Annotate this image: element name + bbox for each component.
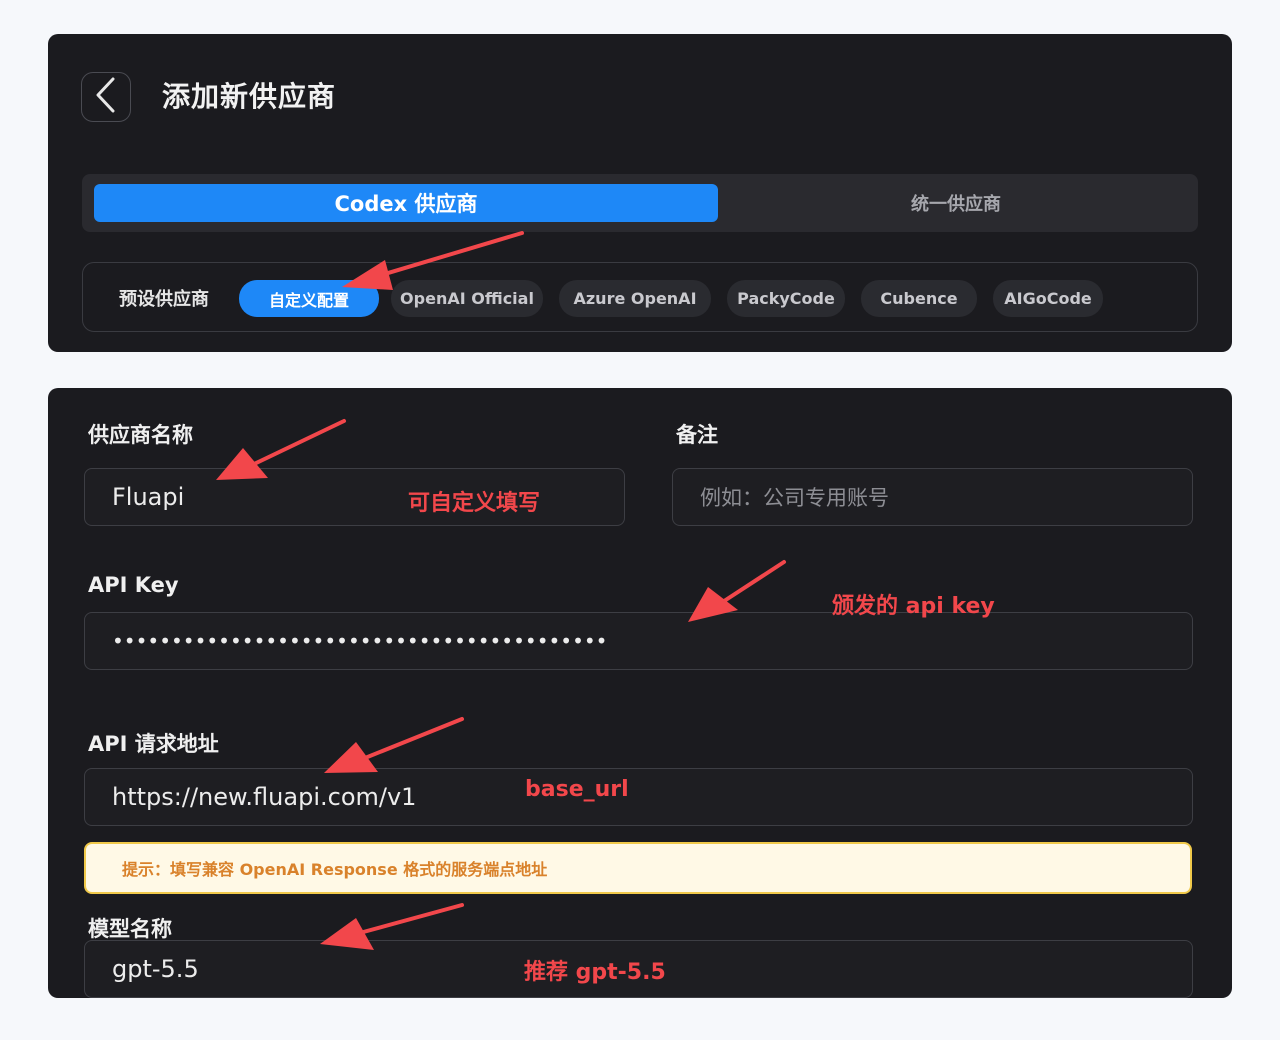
api-url-label: API 请求地址 [88, 732, 219, 756]
annotation-base-url: base_url [525, 777, 629, 802]
header-panel: 添加新供应商 Codex 供应商 统一供应商 预设供应商 自定义配置 OpenA… [48, 34, 1232, 352]
tab-codex-provider[interactable]: Codex 供应商 [94, 184, 718, 222]
preset-aigocode[interactable]: AIGoCode [993, 280, 1103, 317]
provider-name-input[interactable]: Fluapi [84, 468, 625, 526]
preset-custom-config[interactable]: 自定义配置 [239, 280, 379, 317]
provider-name-label: 供应商名称 [88, 423, 193, 447]
annotation-model: 推荐 gpt-5.5 [524, 960, 666, 985]
back-button[interactable] [81, 72, 131, 122]
annotation-name: 可自定义填写 [408, 491, 541, 516]
api-key-label: API Key [88, 573, 179, 597]
preset-packycode[interactable]: PackyCode [727, 280, 845, 317]
annotation-api-key: 颁发的 api key [832, 594, 995, 619]
model-name-label: 模型名称 [88, 917, 172, 941]
api-url-input[interactable]: https://new.fluapi.com/v1 [84, 768, 1193, 826]
preset-cubence[interactable]: Cubence [861, 280, 977, 317]
api-key-input[interactable]: ••••••••••••••••••••••••••••••••••••••••… [84, 612, 1193, 670]
chevron-left-icon [93, 77, 119, 117]
note-label: 备注 [676, 423, 718, 447]
preset-openai-official[interactable]: OpenAI Official [391, 280, 543, 317]
endpoint-tip: 提示：填写兼容 OpenAI Response 格式的服务端点地址 [84, 842, 1192, 894]
preset-label: 预设供应商 [119, 289, 209, 310]
preset-azure-openai[interactable]: Azure OpenAI [559, 280, 711, 317]
preset-providers-bar: 预设供应商 自定义配置 OpenAI Official Azure OpenAI… [82, 262, 1198, 332]
note-input[interactable]: 例如：公司专用账号 [672, 468, 1193, 526]
page-title: 添加新供应商 [162, 80, 337, 113]
tab-unified-provider[interactable]: 统一供应商 [722, 184, 1190, 222]
provider-type-tabs: Codex 供应商 统一供应商 [82, 174, 1198, 232]
provider-form-panel: 供应商名称 Fluapi 备注 例如：公司专用账号 API Key ••••••… [48, 388, 1232, 998]
